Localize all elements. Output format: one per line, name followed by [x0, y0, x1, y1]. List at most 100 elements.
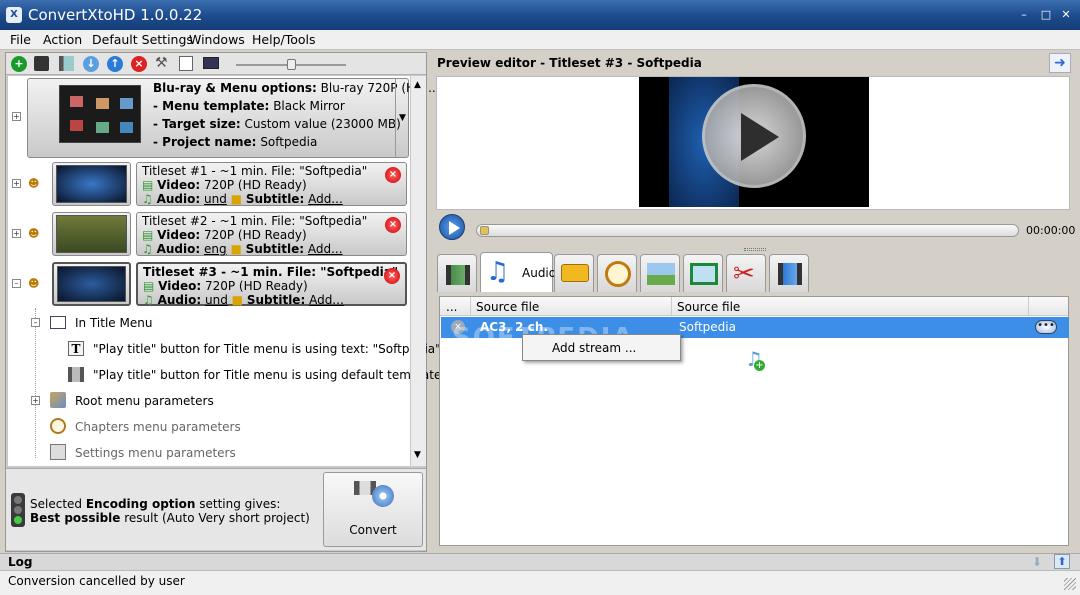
stopwatch-icon: [605, 261, 631, 287]
save-icon[interactable]: [34, 56, 49, 71]
move-down-icon[interactable]: ↓: [83, 56, 99, 72]
expand-toggle[interactable]: +: [12, 179, 21, 188]
tab-video[interactable]: [437, 254, 477, 292]
scroll-down-icon[interactable]: ▼: [414, 450, 421, 460]
titleset-2-thumb-frame: [52, 212, 131, 256]
tab-subtitles[interactable]: [554, 254, 594, 292]
plus-icon: +: [754, 360, 765, 371]
music-icon: ♫: [143, 293, 154, 307]
collapse-toggle[interactable]: –: [31, 318, 40, 327]
close-icon[interactable]: ✕: [1058, 7, 1074, 23]
target-size-label: - Target size:: [153, 117, 241, 131]
audio-label: Audio:: [156, 192, 201, 206]
status-bar: Conversion cancelled by user: [0, 570, 1080, 595]
tab-effects[interactable]: [769, 254, 809, 292]
audio-link[interactable]: und: [204, 192, 227, 206]
expand-toggle[interactable]: +: [12, 229, 21, 238]
seek-bar[interactable]: [476, 224, 1019, 237]
in-title-menu-item[interactable]: In Title Menu: [75, 316, 152, 330]
chevron-down-icon[interactable]: ▼: [395, 79, 409, 157]
more-options-icon[interactable]: •••: [1035, 320, 1057, 334]
tab-chapters[interactable]: [597, 254, 637, 292]
arrow-right-icon[interactable]: ➜: [1049, 53, 1071, 73]
scroll-up-icon[interactable]: ▲: [414, 80, 421, 90]
remove-titleset-icon[interactable]: ×: [385, 217, 401, 233]
remove-titleset-icon[interactable]: ×: [384, 268, 400, 284]
titleset-1-thumb-frame: [52, 162, 131, 206]
titleset-3-card[interactable]: Titleset #3 - ~1 min. File: "Softpedia" …: [136, 262, 407, 307]
menu-action[interactable]: Action: [43, 32, 82, 47]
stopwatch-icon: [50, 418, 66, 434]
titleset-2-card[interactable]: Titleset #2 - ~1 min. File: "Softpedia" …: [136, 212, 407, 256]
expand-toggle[interactable]: +: [12, 112, 21, 121]
resize-grip[interactable]: [1064, 578, 1076, 590]
zoom-slider-thumb[interactable]: [287, 59, 296, 70]
chapters-menu-parameters-item[interactable]: Chapters menu parameters: [75, 420, 241, 434]
picture-icon: [647, 263, 675, 285]
audio-person-icon: ☻: [28, 177, 40, 190]
time-display: 00:00:00: [1026, 224, 1076, 237]
video-preview[interactable]: [639, 77, 869, 207]
log-up-icon[interactable]: ⬆: [1054, 554, 1070, 569]
grid-header-more[interactable]: ...: [446, 300, 457, 314]
toolbar: + ↓ ↑ × ⚒: [6, 53, 426, 75]
subtitle-add-link[interactable]: Add...: [308, 242, 343, 256]
play-button[interactable]: [439, 214, 465, 240]
play-title-text-item[interactable]: "Play title" button for Title menu is us…: [93, 342, 441, 356]
grid-header-source-1[interactable]: Source file: [476, 300, 539, 314]
menu-file[interactable]: File: [10, 32, 31, 47]
remove-titleset-icon[interactable]: ×: [385, 167, 401, 183]
app-logo-icon: X: [6, 7, 22, 23]
monitor-icon[interactable]: [203, 57, 219, 69]
root-menu-parameters-item[interactable]: Root menu parameters: [75, 394, 214, 408]
delete-icon[interactable]: ×: [131, 56, 147, 72]
grid-header-source-2[interactable]: Source file: [677, 300, 740, 314]
scissors-icon: ✂: [733, 259, 755, 289]
seek-thumb[interactable]: [480, 226, 489, 235]
options-label: Blu-ray & Menu options:: [153, 81, 317, 95]
tab-audio[interactable]: ♫ Audio: [480, 252, 557, 292]
tab-audio-label: Audio: [522, 266, 557, 280]
move-up-icon[interactable]: ↑: [107, 56, 123, 72]
menu-help-tools[interactable]: Help/Tools: [252, 32, 316, 47]
expand-toggle[interactable]: +: [31, 396, 40, 405]
subtitle-add-link[interactable]: Add...: [309, 293, 344, 307]
play-title-template-item[interactable]: "Play title" button for Title menu is us…: [93, 368, 487, 382]
document-icon[interactable]: [179, 56, 193, 71]
tree-scrollbar[interactable]: ▲ ▼: [410, 76, 426, 466]
context-menu: Add stream ...: [522, 334, 681, 361]
menu-windows[interactable]: Windows: [189, 32, 245, 47]
convert-button[interactable]: Convert: [323, 472, 423, 547]
subtitle-icon: ■: [230, 242, 242, 256]
film-icon[interactable]: [59, 56, 74, 71]
titleset-2-title: Titleset #2 - ~1 min. File: "Softpedia": [142, 214, 368, 228]
menu-list-icon: [50, 316, 66, 329]
audio-link[interactable]: eng: [204, 242, 227, 256]
video-label: Video:: [157, 228, 201, 242]
minimize-icon[interactable]: –: [1016, 7, 1032, 23]
add-icon[interactable]: +: [11, 56, 27, 72]
subtitle-icon: ■: [231, 293, 243, 307]
maximize-icon[interactable]: □: [1038, 7, 1054, 23]
audio-link[interactable]: und: [205, 293, 228, 307]
log-down-icon[interactable]: ⬇: [1032, 555, 1042, 569]
project-card[interactable]: Blu-ray & Menu options: Blu-ray 720P (HD…: [27, 78, 440, 158]
add-stream-menu-item[interactable]: Add stream ...: [552, 341, 636, 355]
splitter-grip[interactable]: [744, 248, 766, 251]
target-size-value: Custom value (23000 MB): [244, 117, 401, 131]
tools-icon[interactable]: ⚒: [155, 56, 170, 71]
play-overlay-icon[interactable]: [702, 84, 806, 188]
tab-cut[interactable]: ✂: [726, 254, 766, 292]
subtitle-add-link[interactable]: Add...: [308, 192, 343, 206]
tab-image[interactable]: [640, 254, 680, 292]
menu-default-settings[interactable]: Default Settings: [92, 32, 193, 47]
settings-menu-parameters-item[interactable]: Settings menu parameters: [75, 446, 236, 460]
titleset-1-card[interactable]: Titleset #1 - ~1 min. File: "Softpedia" …: [136, 162, 407, 206]
titleset-3-title: Titleset #3 - ~1 min. File: "Softpedia": [143, 265, 399, 279]
template-value: Black Mirror: [273, 99, 345, 113]
collapse-toggle[interactable]: –: [12, 279, 21, 288]
status-result: result (Auto Very short project): [120, 511, 310, 525]
window-title: ConvertXtoHD 1.0.0.22: [28, 6, 203, 24]
tab-crop[interactable]: [683, 254, 723, 292]
status-post: setting gives:: [195, 497, 281, 511]
